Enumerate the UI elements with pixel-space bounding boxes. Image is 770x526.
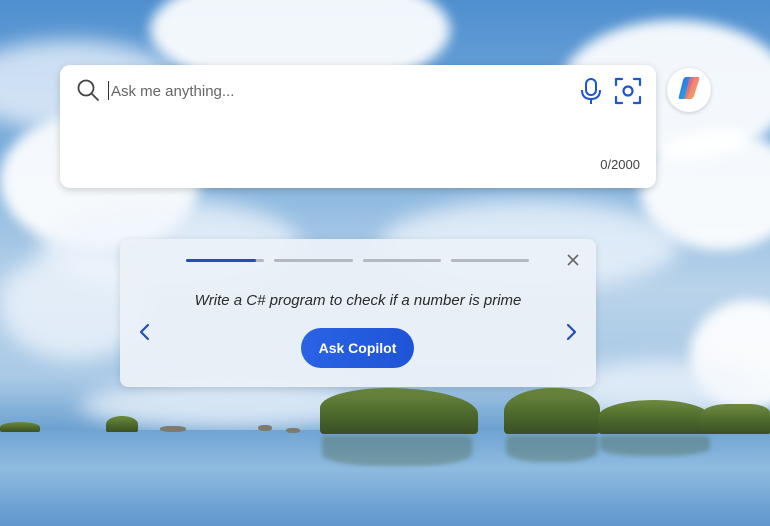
- suggestion-card: Write a C# program to check if a number …: [120, 239, 596, 387]
- search-icon: [76, 78, 100, 102]
- character-count: 0/2000: [600, 157, 640, 172]
- progress-segment-4: [451, 259, 529, 262]
- visual-search-icon[interactable]: [614, 77, 642, 105]
- close-icon[interactable]: [566, 253, 580, 267]
- microphone-icon[interactable]: [580, 77, 602, 105]
- search-input[interactable]: [109, 78, 553, 105]
- progress-segment-1-fill: [186, 259, 257, 262]
- chevron-left-icon[interactable]: [138, 323, 152, 341]
- progress-segment-2: [274, 259, 353, 262]
- copilot-button[interactable]: [667, 68, 711, 112]
- ask-copilot-button[interactable]: Ask Copilot: [301, 328, 414, 368]
- progress-segment-3: [363, 259, 441, 262]
- chevron-right-icon[interactable]: [564, 323, 578, 341]
- suggestion-prompt: Write a C# program to check if a number …: [194, 292, 522, 309]
- copilot-logo-icon: [675, 74, 703, 107]
- progress-segment-1: [186, 259, 264, 262]
